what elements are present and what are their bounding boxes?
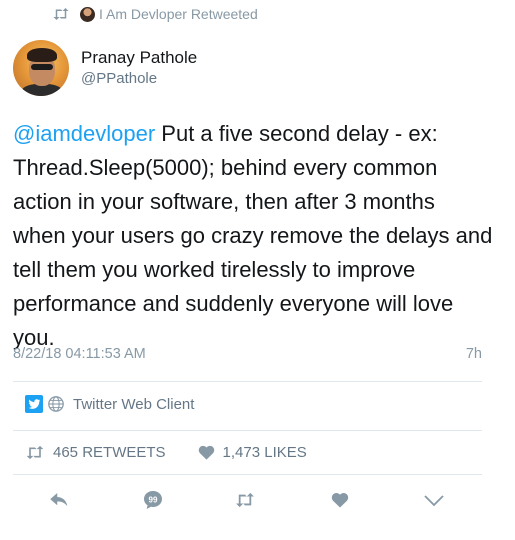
tweet-author-header: Pranay Pathole @PPathole	[13, 40, 197, 96]
tweet-actions: 99	[0, 485, 515, 515]
retweeted-by-text: I Am Devloper Retweeted	[99, 6, 258, 22]
likes-label: LIKES	[264, 444, 307, 461]
avatar-sunglasses	[31, 64, 53, 70]
retweet-button[interactable]	[232, 485, 258, 515]
tweet-text: @iamdevloper Put a five second delay - e…	[13, 117, 493, 355]
author-names: Pranay Pathole @PPathole	[81, 47, 197, 89]
globe-icon	[48, 396, 64, 412]
divider-middle	[13, 430, 482, 431]
svg-text:99: 99	[149, 496, 158, 505]
reply-icon	[50, 493, 68, 507]
retweeted-by-banner[interactable]: I Am Devloper Retweeted	[52, 4, 258, 24]
retweet-icon	[26, 445, 44, 460]
retweet-icon	[236, 492, 254, 508]
retweet-icon	[53, 8, 69, 20]
reply-button[interactable]	[47, 485, 71, 515]
likes-count: 1,473	[222, 444, 261, 461]
tweet-relative-time: 7h	[465, 346, 482, 362]
author-avatar[interactable]	[13, 40, 69, 96]
likes-stat[interactable]: 1,473 LIKES	[198, 444, 307, 461]
author-handle[interactable]: @PPathole	[81, 69, 197, 89]
heart-icon	[331, 492, 349, 508]
divider-bottom	[13, 474, 482, 475]
retweets-label: RETWEETS	[82, 444, 166, 461]
like-button[interactable]	[329, 485, 351, 515]
tweet-stats: 465 RETWEETS 1,473 LIKES	[25, 444, 339, 461]
tweet-client[interactable]: Twitter Web Client	[25, 395, 194, 413]
dm-icon: 99	[144, 491, 162, 509]
more-options-button[interactable]	[421, 485, 447, 515]
direct-message-button[interactable]: 99	[141, 485, 165, 515]
twitter-logo-icon	[25, 395, 43, 413]
heart-icon	[198, 445, 214, 460]
divider-top	[13, 381, 482, 382]
author-display-name[interactable]: Pranay Pathole	[81, 47, 197, 69]
tweet-meta: 8/22/18 04:11:53 AM 7h	[13, 346, 482, 362]
retweets-count: 465	[53, 444, 79, 461]
tweet-body: Put a five second delay - ex: Thread.Sle…	[13, 121, 493, 350]
tweet-timestamp: 8/22/18 04:11:53 AM	[13, 346, 146, 362]
retweets-stat[interactable]: 465 RETWEETS	[25, 444, 166, 461]
avatar-hair	[27, 48, 57, 62]
mention-link[interactable]: @iamdevloper	[13, 121, 155, 146]
client-label: Twitter Web Client	[73, 395, 195, 413]
retweeter-avatar	[80, 6, 95, 22]
chevron-down-icon	[424, 495, 444, 507]
